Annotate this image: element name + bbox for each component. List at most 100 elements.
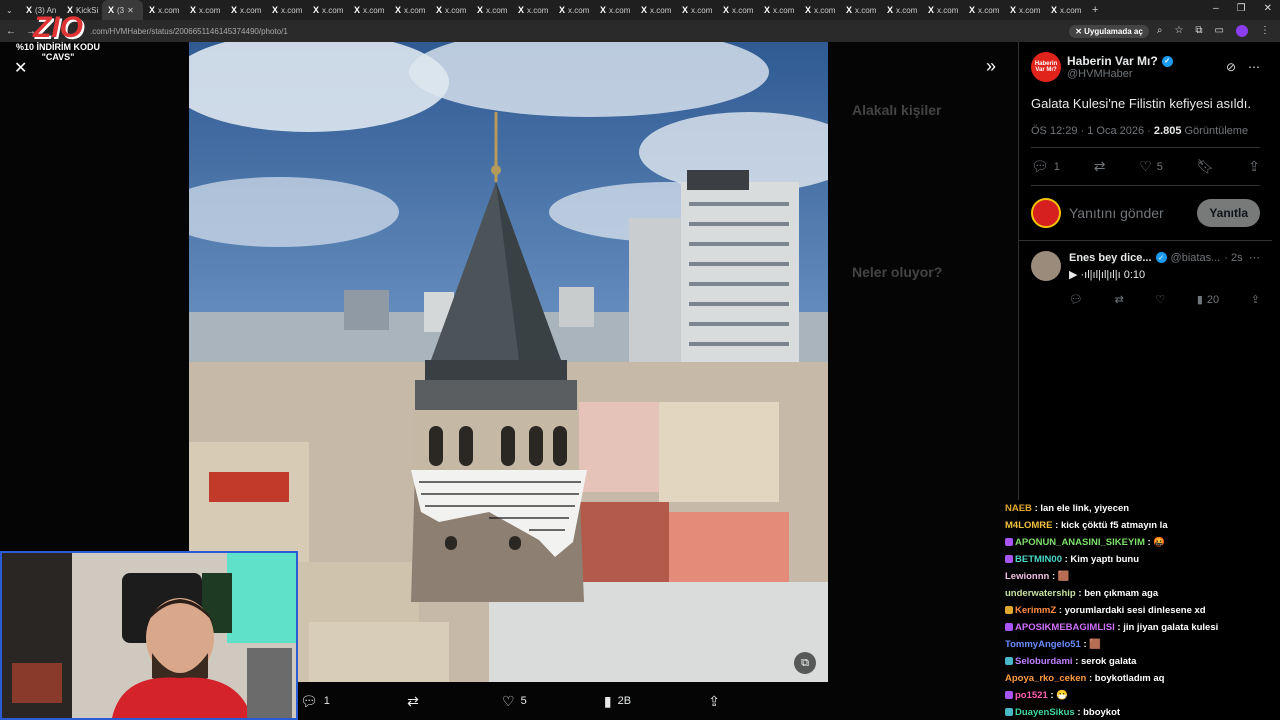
- star-icon[interactable]: ☆: [1174, 25, 1183, 37]
- expand-panel-icon[interactable]: »: [986, 56, 996, 77]
- author-avatar[interactable]: Haberin Var Mı?: [1031, 52, 1061, 82]
- browser-tab[interactable]: Xx.com: [553, 0, 594, 20]
- chat-text: : Kim yaptı bunu: [1064, 554, 1140, 565]
- browser-tab[interactable]: X (3 ✕: [102, 0, 143, 20]
- browser-tab[interactable]: Xx.com: [635, 0, 676, 20]
- menu-icon[interactable]: ⋮: [1260, 25, 1270, 37]
- tweet-timestamp[interactable]: ÖS 12:29 · 1 Oca 2026 ·: [1031, 125, 1154, 137]
- reply-tweet[interactable]: Enes bey dice... ✓ @biatas... · 2s ⋯ ▶ ·…: [1019, 241, 1272, 316]
- user-avatar[interactable]: [1031, 198, 1061, 228]
- browser-tab[interactable]: Xx.com: [143, 0, 184, 20]
- url-input[interactable]: .com/HVMHaber/status/2006651146145374490…: [90, 27, 1069, 36]
- chat-username[interactable]: APOSIKMEBAGIMLISI: [1015, 622, 1115, 633]
- browser-tab[interactable]: Xx.com: [717, 0, 758, 20]
- browser-tab[interactable]: Xx.com: [225, 0, 266, 20]
- close-window-icon[interactable]: ✕: [1264, 3, 1272, 14]
- chat-message: po1521 : 😷: [1005, 687, 1275, 704]
- browser-tab[interactable]: Xx.com: [1004, 0, 1045, 20]
- browser-tab-label: x.com: [240, 5, 262, 15]
- browser-tab[interactable]: Xx.com: [471, 0, 512, 20]
- author-handle[interactable]: @HVMHaber: [1067, 68, 1226, 80]
- author-name-row[interactable]: Haberin Var Mı? ✓: [1067, 54, 1226, 68]
- share-icon: ⇪: [708, 692, 720, 709]
- browser-tab[interactable]: Xx.com: [922, 0, 963, 20]
- reply-views-button[interactable]: ▮ 20: [1197, 293, 1219, 307]
- chat-username[interactable]: M4LOMRE: [1005, 520, 1053, 531]
- share-button[interactable]: ⇪: [1248, 158, 1260, 175]
- reply-icon: 💬︎: [1069, 294, 1083, 306]
- reply-author-avatar[interactable]: [1031, 251, 1061, 281]
- close-tab-icon[interactable]: ✕: [127, 6, 134, 15]
- reply-submit-button[interactable]: Yanıtla: [1197, 199, 1260, 227]
- reply-reply-button[interactable]: 💬︎: [1069, 293, 1083, 306]
- chat-username[interactable]: po1521: [1015, 690, 1048, 701]
- chat-username[interactable]: KerimmZ: [1015, 605, 1056, 616]
- chat-badge-icon: [1005, 657, 1013, 665]
- viewer-views-button[interactable]: ▮ 2B: [604, 693, 631, 710]
- reply-author-handle[interactable]: @biatas...: [1171, 252, 1221, 264]
- stream-logo-overlay: ZIO %10 İNDİRİM KODU "CAVS": [14, 13, 102, 63]
- browser-tab[interactable]: Xx.com: [184, 0, 225, 20]
- more-options-icon[interactable]: ⋯: [1248, 60, 1260, 74]
- reply-body: Enes bey dice... ✓ @biatas... · 2s ⋯ ▶ ·…: [1069, 251, 1260, 307]
- viewer-reply-button[interactable]: 💬︎ 1: [300, 693, 330, 710]
- new-tab-button[interactable]: +: [1086, 4, 1104, 16]
- like-button[interactable]: ♡ 5: [1139, 158, 1163, 175]
- chat-text: : boykotladım aq: [1088, 673, 1165, 684]
- more-options-icon[interactable]: ⋯: [1249, 251, 1260, 264]
- browser-tab[interactable]: Xx.com: [840, 0, 881, 20]
- author-name: Haberin Var Mı?: [1067, 54, 1158, 68]
- browser-tab[interactable]: Xx.com: [676, 0, 717, 20]
- browser-tab-label: x.com: [978, 5, 1000, 15]
- browser-tab[interactable]: Xx.com: [1045, 0, 1086, 20]
- bookmark-icon: 🔖︎: [1196, 158, 1215, 174]
- x-logo-icon: X: [928, 5, 935, 15]
- browser-tab[interactable]: Xx.com: [512, 0, 553, 20]
- browser-tab[interactable]: Xx.com: [963, 0, 1004, 20]
- browser-tab[interactable]: Xx.com: [881, 0, 922, 20]
- maximize-icon[interactable]: ❐: [1237, 3, 1246, 14]
- profile-avatar[interactable]: [1236, 25, 1248, 37]
- browser-tab[interactable]: Xx.com: [348, 0, 389, 20]
- zoom-icon[interactable]: ⌕: [1157, 25, 1163, 37]
- browser-tab[interactable]: Xx.com: [799, 0, 840, 20]
- reply-button[interactable]: 💬︎ 1: [1031, 158, 1060, 175]
- browser-tab[interactable]: Xx.com: [389, 0, 430, 20]
- chat-username[interactable]: NAEB: [1005, 503, 1032, 514]
- bookmark-button[interactable]: 🔖︎: [1197, 158, 1215, 175]
- chat-username[interactable]: Apoya_rko_ceken: [1005, 673, 1086, 684]
- browser-tab[interactable]: Xx.com: [594, 0, 635, 20]
- minimize-icon[interactable]: –: [1213, 3, 1219, 14]
- grok-icon[interactable]: ⊘: [1226, 60, 1236, 74]
- image-alt-icon[interactable]: ⧉: [794, 652, 816, 674]
- browser-tab[interactable]: Xx.com: [430, 0, 471, 20]
- chat-username[interactable]: Lewionnn: [1005, 571, 1049, 582]
- reply-author-name[interactable]: Enes bey dice...: [1069, 252, 1152, 264]
- viewer-share-button[interactable]: ⇪: [708, 693, 720, 710]
- x-logo-icon: X: [641, 5, 648, 15]
- chat-username[interactable]: APONUN_ANASINI_SIKEYIM: [1015, 537, 1145, 548]
- browser-tab[interactable]: Xx.com: [758, 0, 799, 20]
- browser-tab[interactable]: Xx.com: [307, 0, 348, 20]
- browser-tab[interactable]: Xx.com: [266, 0, 307, 20]
- x-logo-icon: X: [682, 5, 689, 15]
- chat-username[interactable]: underwatership: [1005, 588, 1076, 599]
- reply-input[interactable]: Yanıtını gönder: [1069, 205, 1189, 221]
- reply-share-button[interactable]: ⇪: [1251, 293, 1260, 306]
- browser-tab-label: x.com: [937, 5, 959, 15]
- chat-username[interactable]: Seloburdami: [1015, 656, 1073, 667]
- sidebar-icon[interactable]: ▭: [1215, 25, 1224, 37]
- webcam-feed: [2, 553, 296, 718]
- open-in-app-button[interactable]: ✕ Uygulamada aç: [1069, 24, 1149, 38]
- chat-username[interactable]: TommyAngelo51: [1005, 639, 1081, 650]
- repost-button[interactable]: ⇄: [1094, 158, 1106, 175]
- viewer-like-button[interactable]: ♡ 5: [502, 693, 527, 710]
- verified-badge-icon: ✓: [1161, 55, 1173, 67]
- chat-username[interactable]: DuayenSikus: [1015, 707, 1075, 718]
- audio-player[interactable]: ▶ ·ıl|ıl|ıl|ıl|ı 0:10: [1069, 268, 1260, 281]
- viewer-repost-button[interactable]: ⇄: [407, 693, 425, 710]
- chat-username[interactable]: BETMIN00: [1015, 554, 1062, 565]
- extensions-icon[interactable]: ⧉: [1195, 25, 1202, 37]
- reply-repost-button[interactable]: ⇄: [1115, 293, 1124, 306]
- reply-like-button[interactable]: ♡: [1155, 293, 1165, 306]
